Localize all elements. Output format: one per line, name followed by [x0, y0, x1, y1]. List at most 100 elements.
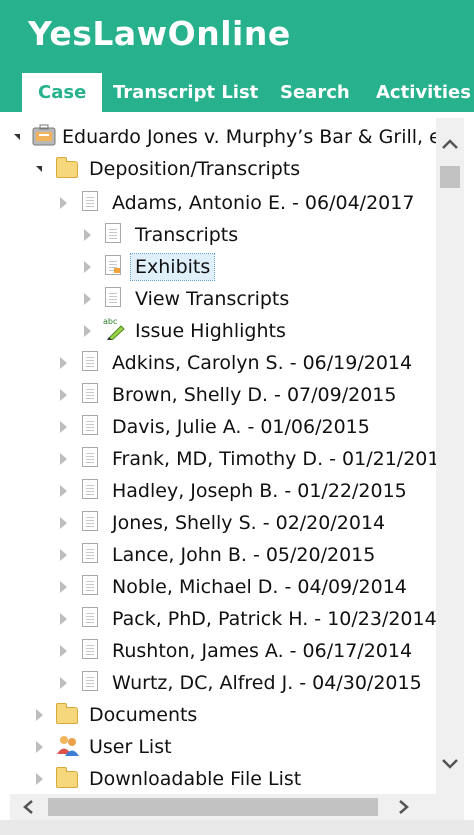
expand-icon[interactable] — [60, 549, 67, 561]
collapse-icon[interactable] — [14, 134, 20, 140]
abc-highlighter-icon: abc — [103, 316, 127, 341]
case-tree: Eduardo Jones v. Murphy’s Bar & Grill, e… — [0, 118, 436, 794]
tree-label-selected: Exhibits — [129, 253, 216, 281]
document-icon — [82, 511, 98, 531]
expand-icon[interactable] — [60, 453, 67, 465]
folder-icon — [56, 767, 78, 788]
scroll-right-icon[interactable] — [398, 799, 410, 820]
tree-label: Pack, PhD, Patrick H. - 10/23/2014 — [112, 608, 436, 630]
expand-icon[interactable] — [60, 517, 67, 529]
collapse-icon[interactable] — [36, 166, 42, 172]
tree-label: Hadley, Joseph B. - 01/22/2015 — [112, 480, 407, 502]
tree-label: Documents — [89, 704, 198, 726]
tab-bar: Case Transcript List Search Activities — [0, 73, 474, 112]
expand-icon[interactable] — [84, 325, 91, 337]
tree-node-depositions[interactable]: Deposition/Transcripts — [0, 154, 436, 186]
tab-activities[interactable]: Activities — [376, 73, 471, 112]
vertical-scrollbar[interactable] — [436, 118, 464, 794]
tree-label: Noble, Michael D. - 04/09/2014 — [112, 576, 407, 598]
tree-node-deponent[interactable]: Brown, Shelly D. - 07/09/2015 — [0, 380, 436, 412]
case-title: Eduardo Jones v. Murphy’s Bar & Grill, e… — [62, 126, 436, 148]
tree-node-deponent[interactable]: Adams, Antonio E. - 06/04/2017 — [0, 188, 436, 220]
tab-case[interactable]: Case — [22, 73, 103, 112]
expand-icon[interactable] — [60, 645, 67, 657]
tree-node-deponent[interactable]: Jones, Shelly S. - 02/20/2014 — [0, 508, 436, 540]
tree-label: Wurtz, DC, Alfred J. - 04/30/2015 — [112, 672, 422, 694]
horizontal-scroll-thumb[interactable] — [48, 798, 378, 816]
tree-node-deponent[interactable]: Adkins, Carolyn S. - 06/19/2014 — [0, 348, 436, 380]
horizontal-scrollbar[interactable] — [10, 794, 436, 820]
tree-node-case[interactable]: Eduardo Jones v. Murphy’s Bar & Grill, e… — [0, 122, 436, 154]
document-icon — [82, 607, 98, 627]
document-icon — [82, 639, 98, 659]
tree-node-deponent[interactable]: Rushton, James A. - 06/17/2014 — [0, 636, 436, 668]
tree-label: Downloadable File List — [89, 768, 302, 790]
tree-node-deponent[interactable]: Davis, Julie A. - 01/06/2015 — [0, 412, 436, 444]
tree-label: Transcripts — [135, 224, 239, 246]
tree-node-deponent[interactable]: Hadley, Joseph B. - 01/22/2015 — [0, 476, 436, 508]
document-icon — [82, 447, 98, 467]
tree-label: Issue Highlights — [135, 320, 286, 342]
expand-icon[interactable] — [36, 773, 43, 785]
tree-node-documents[interactable]: Documents — [0, 700, 436, 732]
scrollbar-corner — [436, 794, 464, 820]
tree-label: Adkins, Carolyn S. - 06/19/2014 — [112, 352, 413, 374]
expand-icon[interactable] — [60, 357, 67, 369]
svg-text:abc: abc — [103, 317, 117, 326]
expand-icon[interactable] — [36, 709, 43, 721]
app-header: YesLawOnline Case Transcript List Search… — [0, 0, 474, 112]
tree-label: Lance, John B. - 05/20/2015 — [112, 544, 376, 566]
document-icon — [105, 287, 121, 307]
tab-transcript-list[interactable]: Transcript List — [113, 73, 258, 112]
tree-label: Rushton, James A. - 06/17/2014 — [112, 640, 413, 662]
expand-icon[interactable] — [60, 485, 67, 497]
tree-label: Jones, Shelly S. - 02/20/2014 — [112, 512, 386, 534]
tree-label: Davis, Julie A. - 01/06/2015 — [112, 416, 370, 438]
case-briefcase-icon — [32, 124, 56, 146]
tree-node-exhibits[interactable]: Exhibits — [0, 252, 436, 284]
expand-icon[interactable] — [84, 293, 91, 305]
document-icon — [105, 223, 121, 243]
tree-node-deponent[interactable]: Lance, John B. - 05/20/2015 — [0, 540, 436, 572]
app-title: YesLawOnline — [28, 14, 291, 53]
folder-icon — [56, 703, 78, 724]
document-icon — [82, 543, 98, 563]
tree-label: User List — [89, 736, 172, 758]
folder-icon — [56, 157, 78, 178]
tree-node-deponent[interactable]: Noble, Michael D. - 04/09/2014 — [0, 572, 436, 604]
expand-icon[interactable] — [60, 421, 67, 433]
document-icon — [82, 671, 98, 691]
tree-node-deponent[interactable]: Pack, PhD, Patrick H. - 10/23/2014 — [0, 604, 436, 636]
scroll-up-icon[interactable] — [441, 134, 459, 155]
tree-node-transcripts[interactable]: Transcripts — [0, 220, 436, 252]
expand-icon[interactable] — [60, 581, 67, 593]
tree-node-downloadable[interactable]: Downloadable File List — [0, 764, 436, 794]
document-icon — [82, 383, 98, 403]
expand-icon[interactable] — [60, 197, 67, 209]
tree-label: Brown, Shelly D. - 07/09/2015 — [112, 384, 397, 406]
tree-label: View Transcripts — [135, 288, 290, 310]
document-icon — [82, 479, 98, 499]
tree-node-deponent[interactable]: Frank, MD, Timothy D. - 01/21/2014 — [0, 444, 436, 476]
expand-icon[interactable] — [84, 261, 91, 273]
vertical-scroll-thumb[interactable] — [440, 166, 460, 188]
tree-node-issue-highlights[interactable]: abc Issue Highlights — [0, 316, 436, 348]
tab-search[interactable]: Search — [280, 73, 350, 112]
document-icon — [82, 351, 98, 371]
scroll-down-icon[interactable] — [441, 754, 459, 775]
expand-icon[interactable] — [60, 613, 67, 625]
users-icon — [56, 734, 80, 756]
document-icon — [82, 191, 98, 211]
scroll-left-icon[interactable] — [22, 799, 34, 820]
expand-icon[interactable] — [60, 389, 67, 401]
exhibit-document-icon — [105, 255, 121, 275]
document-icon — [82, 575, 98, 595]
tree-label: Deposition/Transcripts — [89, 158, 301, 180]
bottom-bar — [0, 820, 474, 835]
expand-icon[interactable] — [36, 741, 43, 753]
expand-icon[interactable] — [84, 229, 91, 241]
tree-node-user-list[interactable]: User List — [0, 732, 436, 764]
expand-icon[interactable] — [60, 677, 67, 689]
tree-node-view-transcripts[interactable]: View Transcripts — [0, 284, 436, 316]
tree-node-deponent[interactable]: Wurtz, DC, Alfred J. - 04/30/2015 — [0, 668, 436, 700]
